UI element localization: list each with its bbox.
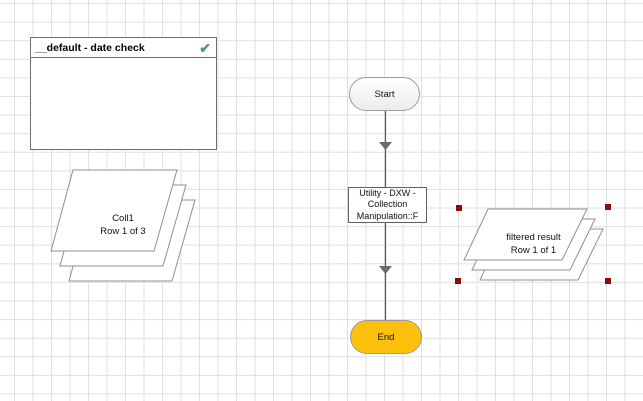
page-info-panel-header: __default - date check ✔	[31, 38, 216, 58]
action-stage-label-line2: Collection	[367, 199, 408, 210]
collection-name: Coll1	[112, 213, 134, 224]
selection-handle-bottom-right[interactable]	[605, 278, 611, 284]
link-start-to-action[interactable]	[379, 111, 392, 187]
collection-stage-coll1[interactable]: Coll1 Row 1 of 3	[51, 170, 195, 281]
end-stage-label: End	[377, 331, 395, 343]
process-diagram-canvas[interactable]: __default - date check ✔ Coll1 Row 1 of …	[0, 0, 643, 401]
arrowhead-down-icon	[379, 266, 392, 274]
action-stage-label-line3: Manipulation::F	[356, 210, 419, 221]
selection-handle-top-right[interactable]	[605, 204, 611, 210]
link-action-to-end[interactable]	[379, 223, 392, 320]
action-stage[interactable]: Utility - DXW - Collection Manipulation:…	[348, 187, 427, 223]
collection-row-status: Row 1 of 1	[510, 244, 557, 256]
collection-row-status: Row 1 of 3	[100, 225, 146, 237]
end-stage[interactable]: End	[350, 320, 422, 354]
validation-check-icon: ✔	[199, 39, 211, 56]
selection-handle-bottom-left[interactable]	[455, 278, 461, 284]
page-title: __default - date check	[35, 41, 145, 54]
start-stage-label: Start	[374, 88, 395, 100]
collection-stage-filtered[interactable]: filtered result Row 1 of 1	[464, 209, 603, 280]
arrowhead-down-icon	[379, 142, 392, 150]
action-stage-label-line1: Utility - DXW -	[359, 187, 416, 198]
collection-name: filtered result	[506, 232, 561, 243]
selection-handle-top-left[interactable]	[456, 205, 462, 211]
start-stage[interactable]: Start	[349, 77, 420, 111]
page-info-panel[interactable]: __default - date check ✔	[30, 37, 217, 150]
